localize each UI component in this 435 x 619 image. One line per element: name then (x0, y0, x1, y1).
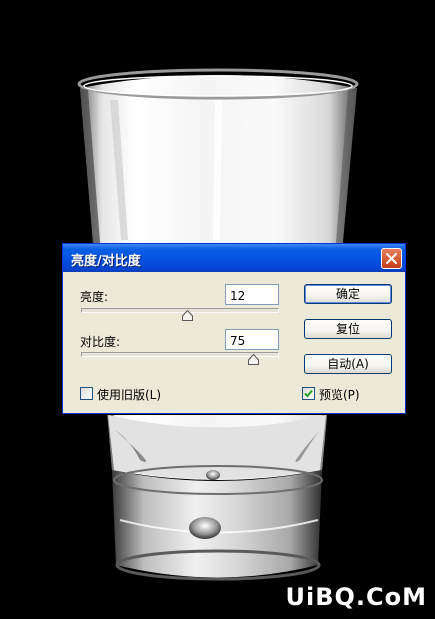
ok-button[interactable]: 确定 (304, 284, 392, 304)
brightness-contrast-dialog: 亮度/对比度 亮度: 对比度: 确定 复位 自动(A) 使用旧版(L) 预览(P… (62, 243, 406, 414)
close-icon (386, 253, 397, 264)
preview-label[interactable]: 预览(P) (319, 386, 360, 403)
contrast-input[interactable] (225, 329, 279, 350)
brightness-input[interactable] (225, 284, 279, 305)
brightness-label: 亮度: (80, 290, 109, 304)
legacy-checkbox[interactable] (80, 387, 93, 400)
brightness-slider-thumb[interactable] (182, 310, 193, 321)
preview-checkbox[interactable] (302, 387, 315, 400)
auto-button[interactable]: 自动(A) (304, 354, 392, 374)
reset-button[interactable]: 复位 (304, 319, 392, 339)
checkmark-icon (304, 389, 313, 398)
dialog-titlebar[interactable]: 亮度/对比度 (63, 244, 405, 272)
watermark: UiBQ.CoM (285, 583, 427, 611)
contrast-label: 对比度: (80, 335, 121, 349)
close-button[interactable] (381, 248, 402, 269)
legacy-label[interactable]: 使用旧版(L) (97, 386, 161, 403)
contrast-slider-thumb[interactable] (248, 354, 259, 365)
dialog-title: 亮度/对比度 (71, 254, 141, 269)
brightness-slider-track[interactable] (81, 308, 279, 313)
